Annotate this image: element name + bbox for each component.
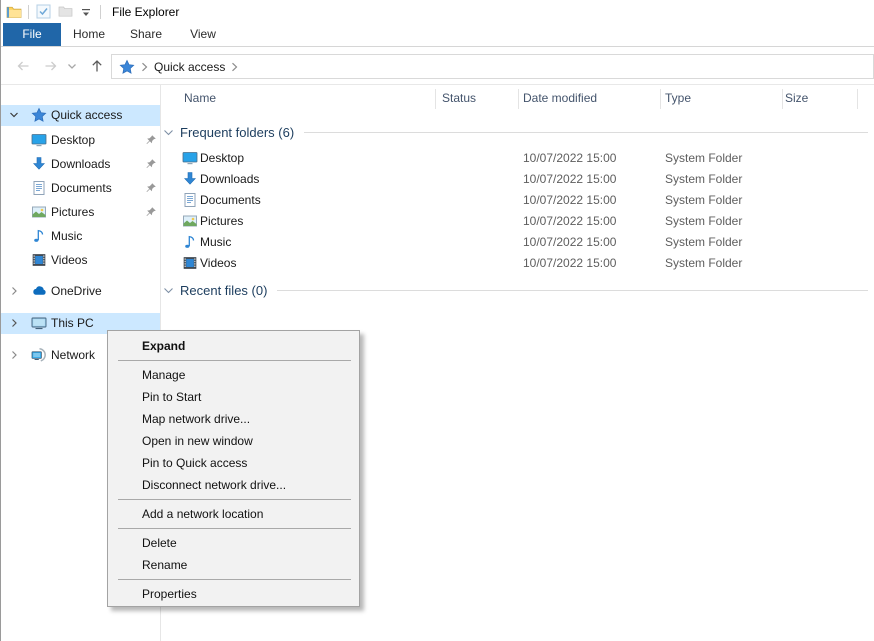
videos-icon [182,255,198,271]
pin-icon [145,158,157,170]
group-header-recent-files[interactable]: Recent files (0) [163,282,868,298]
chevron-down-icon[interactable] [163,285,174,296]
window-left-border [0,0,1,641]
sidebar-item-downloads[interactable]: Downloads [1,154,160,175]
tab-share[interactable]: Share [117,23,175,46]
recent-locations-dropdown-icon[interactable] [67,63,77,71]
ribbon-tab-bar: File Home Share View [1,23,874,47]
file-row-downloads[interactable]: Downloads 10/07/2022 15:00 System Folder [161,169,874,190]
chevron-right-icon[interactable] [9,318,19,328]
chevron-down-icon[interactable] [163,127,174,138]
menu-item-map-network-drive[interactable]: Map network drive... [108,408,359,430]
videos-icon [31,252,47,268]
quick-access-star-icon [119,59,135,75]
file-row-documents[interactable]: Documents 10/07/2022 15:00 System Folder [161,190,874,211]
menu-item-rename[interactable]: Rename [108,554,359,576]
menu-item-add-a-network-location[interactable]: Add a network location [108,503,359,525]
pin-icon [145,182,157,194]
column-header-date-modified[interactable]: Date modified [523,91,597,105]
sidebar-item-quick-access[interactable]: Quick access [1,105,160,126]
menu-item-manage[interactable]: Manage [108,364,359,386]
file-row-music[interactable]: Music 10/07/2022 15:00 System Folder [161,232,874,253]
downloads-icon [31,156,47,172]
chevron-right-icon[interactable] [9,286,19,296]
chevron-down-icon[interactable] [9,110,19,120]
context-menu: Expand Manage Pin to Start Map network d… [107,330,360,607]
breadcrumb-chevron-icon[interactable] [141,62,148,72]
breadcrumb-quick-access[interactable]: Quick access [154,60,225,74]
menu-separator [118,579,351,580]
menu-item-pin-to-quick-access[interactable]: Pin to Quick access [108,452,359,474]
menu-item-disconnect-network-drive[interactable]: Disconnect network drive... [108,474,359,496]
column-header-type[interactable]: Type [665,91,691,105]
music-icon [182,234,198,250]
pictures-icon [182,213,198,229]
tab-file[interactable]: File [3,23,61,46]
this-pc-icon [31,315,47,331]
menu-separator [118,499,351,500]
network-icon [31,347,47,363]
up-button[interactable] [89,58,105,74]
menu-item-open-in-new-window[interactable]: Open in new window [108,430,359,452]
sidebar-item-videos[interactable]: Videos [1,250,160,271]
pin-icon [145,134,157,146]
menu-item-properties[interactable]: Properties [108,583,359,605]
file-row-desktop[interactable]: Desktop 10/07/2022 15:00 System Folder [161,148,874,169]
sidebar-item-desktop[interactable]: Desktop [1,130,160,151]
sidebar-item-onedrive[interactable]: OneDrive [1,281,160,302]
properties-icon[interactable] [34,3,52,21]
new-folder-icon[interactable] [56,3,74,21]
file-explorer-icon [5,3,23,21]
file-row-pictures[interactable]: Pictures 10/07/2022 15:00 System Folder [161,211,874,232]
music-icon [31,228,47,244]
column-headers: Name Status Date modified Type Size [161,88,874,110]
menu-separator [118,528,351,529]
breadcrumb-chevron-icon[interactable] [231,62,238,72]
window-title: File Explorer [112,5,179,19]
downloads-icon [182,171,198,187]
sidebar-item-pictures[interactable]: Pictures [1,202,160,223]
column-header-name[interactable]: Name [184,91,216,105]
address-bar: Quick access [1,47,874,85]
menu-separator [118,360,351,361]
documents-icon [182,192,198,208]
tab-home[interactable]: Home [61,23,117,46]
group-header-frequent-folders[interactable]: Frequent folders (6) [163,124,868,140]
menu-item-delete[interactable]: Delete [108,532,359,554]
desktop-icon [31,132,47,148]
sidebar-item-music[interactable]: Music [1,226,160,247]
pictures-icon [31,204,47,220]
documents-icon [31,180,47,196]
desktop-icon [182,150,198,166]
column-header-status[interactable]: Status [442,91,476,105]
pin-icon [145,206,157,218]
menu-item-expand[interactable]: Expand [108,335,359,357]
sidebar-item-documents[interactable]: Documents [1,178,160,199]
title-bar: File Explorer [1,0,874,23]
customize-toolbar-dropdown-icon[interactable] [77,3,95,21]
onedrive-icon [31,283,47,299]
address-input[interactable]: Quick access [111,54,874,79]
file-row-videos[interactable]: Videos 10/07/2022 15:00 System Folder [161,253,874,274]
column-header-size[interactable]: Size [785,91,808,105]
menu-item-pin-to-start[interactable]: Pin to Start [108,386,359,408]
tab-view[interactable]: View [175,23,231,46]
chevron-right-icon[interactable] [9,350,19,360]
forward-button[interactable] [43,58,59,74]
back-button[interactable] [15,58,31,74]
quick-access-star-icon [31,107,47,123]
